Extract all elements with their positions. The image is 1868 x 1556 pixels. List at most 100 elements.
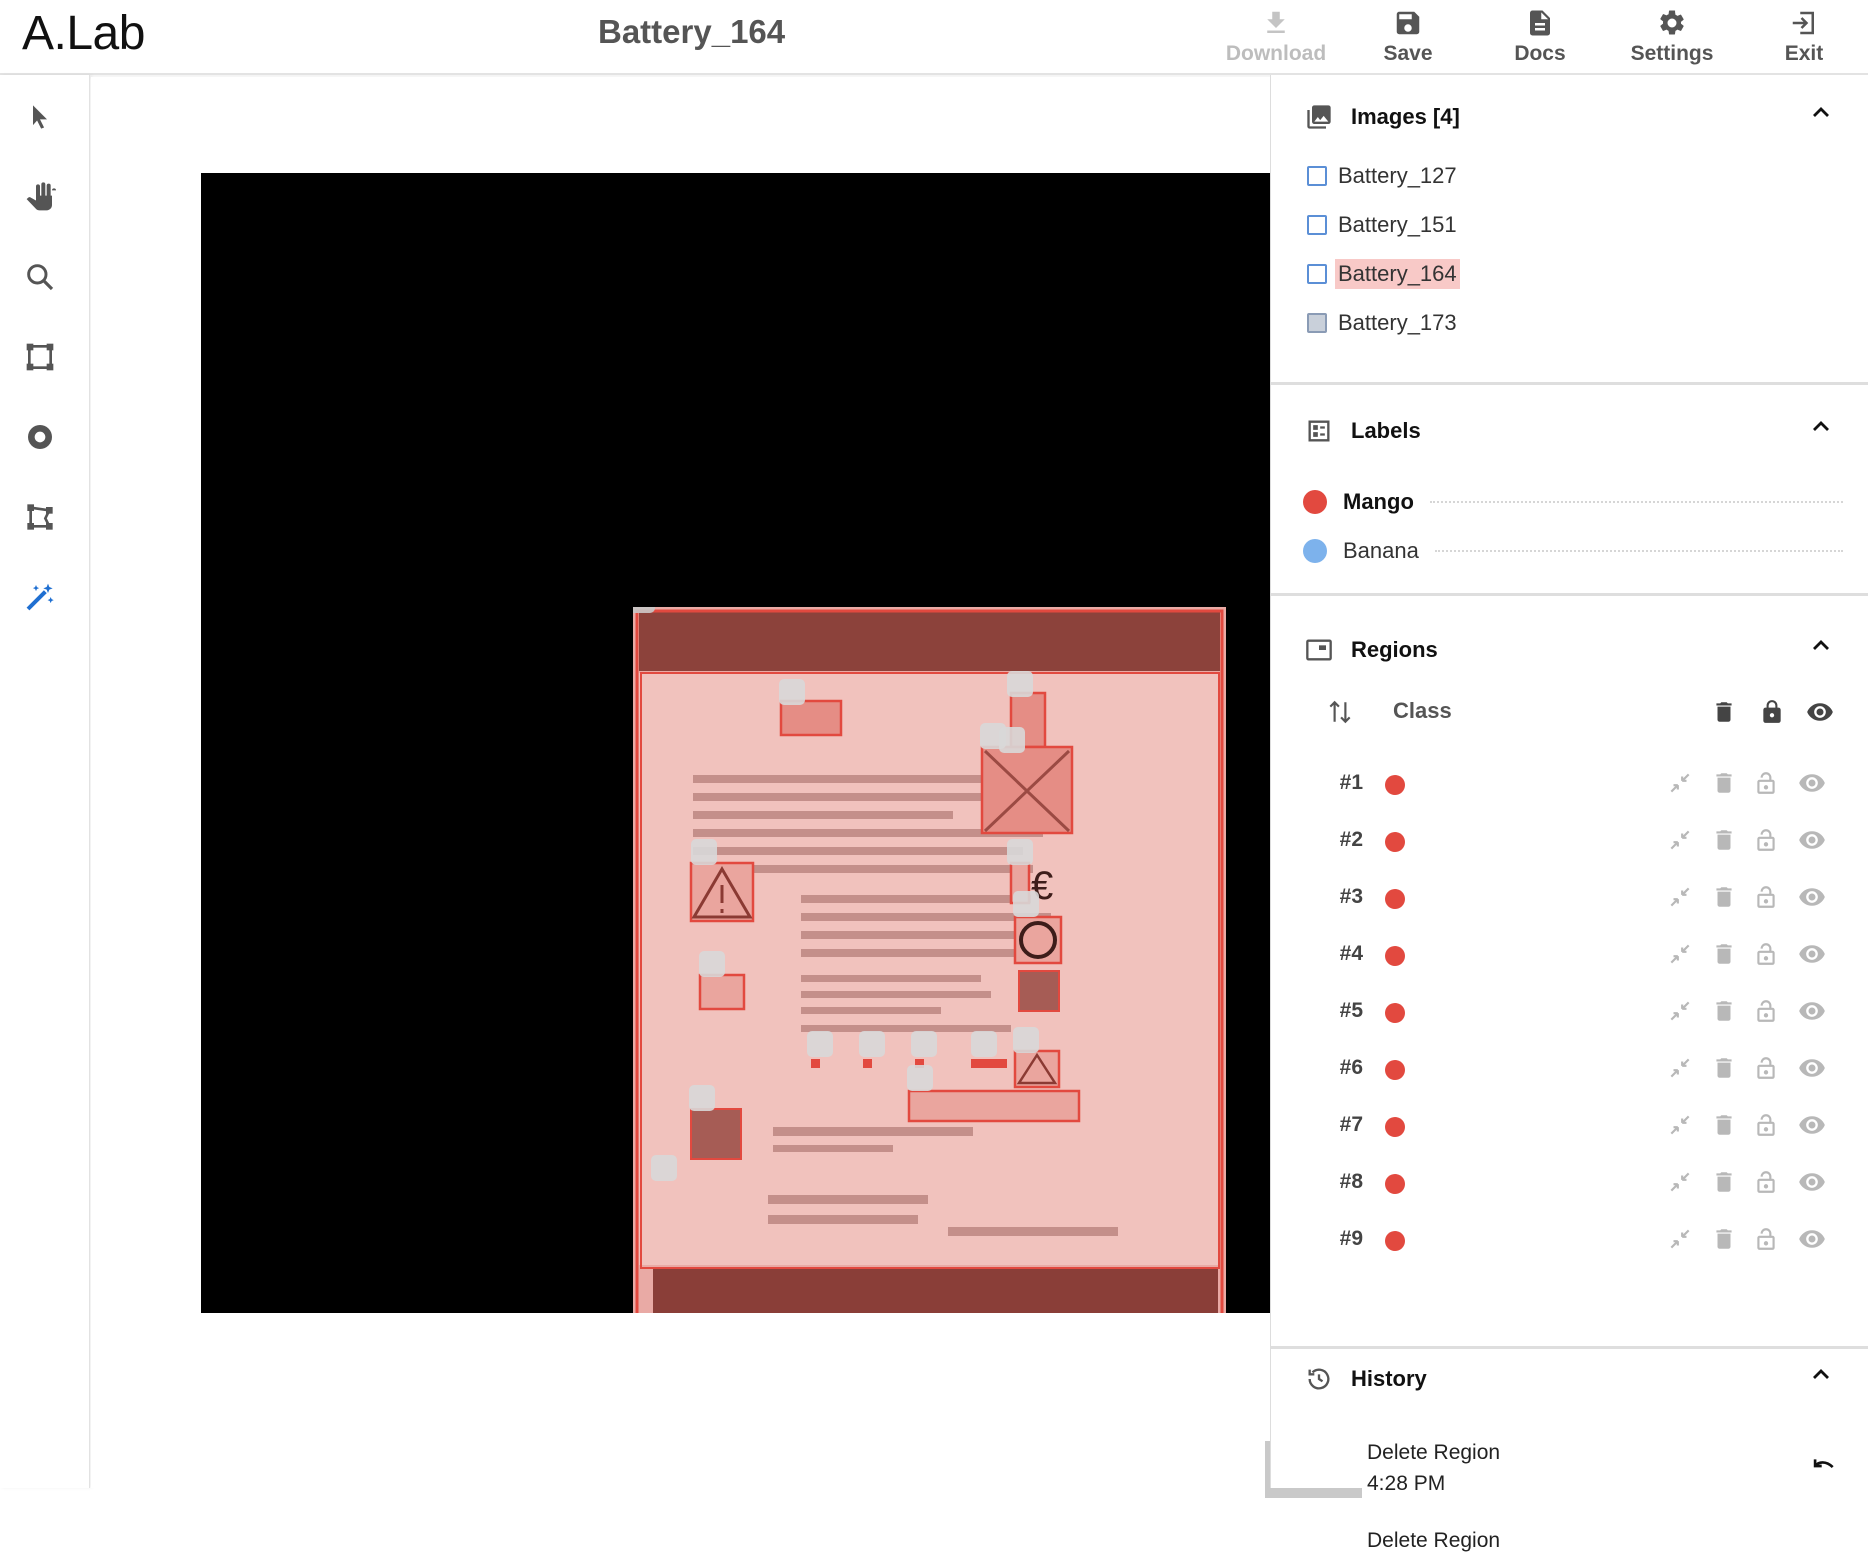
exit-button[interactable]: Exit: [1744, 4, 1864, 70]
image-item-battery-173[interactable]: Battery_173: [1307, 306, 1460, 340]
history-section: History Delete Region 4:28 PM Delete Reg…: [1271, 1349, 1868, 1552]
region-row[interactable]: #9: [1271, 1215, 1868, 1263]
delete-all-icon[interactable]: [1711, 698, 1737, 726]
delete-icon[interactable]: [1711, 1111, 1737, 1139]
unlock-icon[interactable]: [1753, 1054, 1779, 1082]
delete-icon[interactable]: [1711, 1054, 1737, 1082]
image-checkbox[interactable]: [1307, 313, 1327, 333]
merge-icon[interactable]: [1667, 997, 1693, 1025]
unlock-icon[interactable]: [1753, 769, 1779, 797]
merge-icon[interactable]: [1667, 1168, 1693, 1196]
gear-icon: [1660, 10, 1684, 35]
bounding-box-tool[interactable]: [20, 337, 60, 377]
region-class-dot: [1385, 1231, 1405, 1251]
labels-header[interactable]: Labels: [1305, 411, 1421, 451]
download-button[interactable]: Download: [1216, 4, 1336, 70]
unlock-icon[interactable]: [1753, 883, 1779, 911]
image-canvas[interactable]: €: [201, 173, 1342, 1313]
label-leader: [1429, 501, 1843, 503]
images-header[interactable]: Images [4]: [1305, 97, 1460, 137]
region-row[interactable]: #1: [1271, 759, 1868, 807]
image-item-battery-127[interactable]: Battery_127: [1307, 159, 1460, 193]
visibility-icon[interactable]: [1797, 826, 1827, 854]
unlock-icon[interactable]: [1753, 997, 1779, 1025]
visibility-icon[interactable]: [1797, 940, 1827, 968]
box-icon: [26, 343, 54, 371]
polygon-tool[interactable]: [20, 497, 60, 537]
unlock-icon[interactable]: [1753, 940, 1779, 968]
circle-tool[interactable]: [20, 417, 60, 457]
image-checkbox[interactable]: [1307, 215, 1327, 235]
region-row[interactable]: #8: [1271, 1158, 1868, 1206]
visibility-icon[interactable]: [1797, 1168, 1827, 1196]
region-class-dot: [1385, 1003, 1405, 1023]
save-button[interactable]: Save: [1348, 4, 1468, 70]
visibility-icon[interactable]: [1797, 1054, 1827, 1082]
chevron-up-icon[interactable]: [1809, 415, 1833, 439]
chevron-up-icon[interactable]: [1809, 1363, 1833, 1387]
lock-all-icon[interactable]: [1759, 698, 1785, 726]
select-tool[interactable]: [20, 97, 60, 137]
merge-icon[interactable]: [1667, 940, 1693, 968]
docs-button[interactable]: Docs: [1480, 4, 1600, 70]
exit-label: Exit: [1784, 42, 1824, 65]
label-item-mango[interactable]: Mango: [1303, 484, 1843, 520]
image-item-battery-164[interactable]: Battery_164: [1307, 257, 1460, 291]
visibility-icon[interactable]: [1797, 997, 1827, 1025]
label-leader: [1434, 550, 1843, 552]
image-checkbox[interactable]: [1307, 166, 1327, 186]
merge-icon[interactable]: [1667, 1054, 1693, 1082]
settings-label: Settings: [1630, 42, 1714, 65]
delete-icon[interactable]: [1711, 997, 1737, 1025]
merge-icon[interactable]: [1667, 1111, 1693, 1139]
pan-tool[interactable]: [20, 177, 60, 217]
delete-icon[interactable]: [1711, 940, 1737, 968]
delete-icon[interactable]: [1711, 769, 1737, 797]
chevron-up-icon[interactable]: [1809, 634, 1833, 658]
undo-icon[interactable]: [1811, 1455, 1839, 1477]
auto-annotate-tool[interactable]: [20, 577, 60, 617]
visibility-icon[interactable]: [1797, 1111, 1827, 1139]
region-id: #9: [1339, 1227, 1363, 1250]
region-row[interactable]: #5: [1271, 987, 1868, 1035]
history-icon: [1308, 1368, 1330, 1390]
merge-icon[interactable]: [1667, 826, 1693, 854]
visibility-icon[interactable]: [1797, 769, 1827, 797]
workspace: €: [91, 77, 1363, 1498]
visibility-icon[interactable]: [1797, 883, 1827, 911]
region-class-dot: [1385, 1117, 1405, 1137]
label-item-banana[interactable]: Banana: [1303, 533, 1843, 569]
region-row[interactable]: #6: [1271, 1044, 1868, 1092]
regions-header[interactable]: Regions: [1305, 630, 1438, 670]
merge-icon[interactable]: [1667, 1225, 1693, 1253]
unlock-icon[interactable]: [1753, 826, 1779, 854]
region-row[interactable]: #4: [1271, 930, 1868, 978]
image-name: Battery_173: [1338, 310, 1457, 335]
history-action: Delete Region: [1367, 1441, 1501, 1464]
visibility-icon[interactable]: [1797, 1225, 1827, 1253]
region-row[interactable]: #7: [1271, 1101, 1868, 1149]
image-item-battery-151[interactable]: Battery_151: [1307, 208, 1460, 242]
sort-icon[interactable]: [1327, 698, 1353, 726]
image-checkbox[interactable]: [1307, 264, 1327, 284]
delete-icon[interactable]: [1711, 1225, 1737, 1253]
unlock-icon[interactable]: [1753, 1225, 1779, 1253]
document-title: Battery_164: [598, 13, 786, 50]
merge-icon[interactable]: [1667, 769, 1693, 797]
history-item: Delete Region 4:28 PM: [1367, 1437, 1500, 1499]
settings-button[interactable]: Settings: [1612, 4, 1732, 70]
delete-icon[interactable]: [1711, 883, 1737, 911]
delete-icon[interactable]: [1711, 826, 1737, 854]
merge-icon[interactable]: [1667, 883, 1693, 911]
zoom-tool[interactable]: [20, 257, 60, 297]
unlock-icon[interactable]: [1753, 1111, 1779, 1139]
region-row[interactable]: #2: [1271, 816, 1868, 864]
chevron-up-icon[interactable]: [1809, 101, 1833, 125]
region-row[interactable]: #3: [1271, 873, 1868, 921]
unlock-icon[interactable]: [1753, 1168, 1779, 1196]
visibility-all-icon[interactable]: [1805, 698, 1835, 726]
magic-wand-icon: [26, 583, 54, 611]
delete-icon[interactable]: [1711, 1168, 1737, 1196]
battery-image: €: [633, 607, 1226, 1313]
history-header[interactable]: History: [1305, 1359, 1427, 1399]
